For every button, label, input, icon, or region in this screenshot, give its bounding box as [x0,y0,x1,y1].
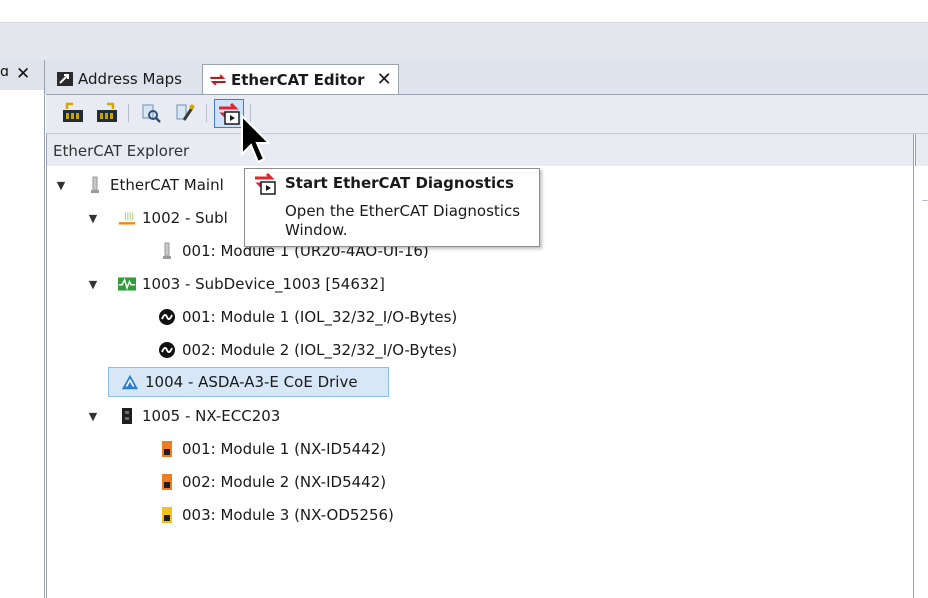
top-area [0,0,928,22]
tree-item-label: 002: Module 2 (NX-ID5442) [182,473,387,491]
scan-download-button[interactable] [94,100,120,126]
tooltip-title: Start EtherCAT Diagnostics [285,174,514,192]
tree-item-mainbus[interactable]: ▼ EtherCAT Mainl [54,172,224,198]
tree-item-1004-selected[interactable]: 1004 - ASDA-A3-E CoE Drive [108,367,389,397]
tree-item-1003[interactable]: ▼ 1003 - SubDevice_1003 [54632] [86,271,385,297]
scan-download-icon [97,102,117,122]
tree-item-label: 002: Module 2 (IOL_32/32_I/O-Bytes) [182,341,458,359]
tree-item-label: 003: Module 3 (NX-OD5256) [182,506,394,524]
search-device-button[interactable] [138,100,164,126]
tree-item-1005[interactable]: ▼ 1005 - NX-ECC203 [86,403,281,429]
tree-item-1005-module2[interactable]: 002: Module 2 (NX-ID5442) [158,469,386,495]
nx-orange-icon [158,473,176,491]
explorer-title: EtherCAT Explorer [53,142,190,160]
tree-item-label: 1005 - NX-ECC203 [142,407,281,425]
search-device-icon [142,104,161,123]
left-panel-close-icon[interactable]: ✕ [16,64,30,84]
tree-item-label: 001: Module 1 (NX-ID5442) [182,440,387,458]
scan-upload-icon [63,102,83,122]
mainbus-icon [86,176,104,194]
divider [922,200,928,201]
collapse-arrow-icon[interactable]: ▼ [86,212,100,225]
iolink-icon [158,308,176,326]
tooltip-description: Open the EtherCAT Diagnostics Window. [285,202,521,239]
mouse-cursor-icon [240,113,272,170]
iolink-icon [158,341,176,359]
io-module-icon [118,209,136,227]
tree-item-1002[interactable]: ▼ 1002 - Subl [86,205,228,231]
coupler-icon [118,407,136,425]
toolbar-separator [206,104,207,122]
collapse-arrow-icon[interactable]: ▼ [86,278,100,291]
tree-item-1005-module1[interactable]: 001: Module 1 (NX-ID5442) [158,436,386,462]
tree-item-1005-module3[interactable]: 003: Module 3 (NX-OD5256) [158,502,394,528]
drive-icon [121,373,139,391]
address-map-icon [56,70,74,88]
nx-yellow-icon [158,506,176,524]
right-panel [914,134,928,598]
collapse-arrow-icon[interactable]: ▼ [54,179,68,192]
close-tab-icon[interactable]: ✕ [377,69,392,90]
tree-item-label: 001: Module 1 (IOL_32/32_I/O-Bytes) [182,308,458,326]
tree-item-label: 1002 - Subl [142,209,228,227]
tab-label: Address Maps [78,70,182,88]
nx-orange-icon [158,440,176,458]
tab-ethercat-editor[interactable]: EtherCAT Editor ✕ [202,64,399,94]
tree-item-label: EtherCAT Mainl [110,176,224,194]
left-panel [0,60,45,598]
start-diagnostics-icon [219,102,240,125]
right-panel-header [915,134,928,166]
toolbar-separator [128,104,129,122]
tab-address-maps[interactable]: Address Maps [50,64,200,94]
ribbon-band [0,22,928,61]
tab-label: EtherCAT Editor [231,70,365,89]
config-tool-icon [176,104,195,121]
tree-item-1003-module1[interactable]: 001: Module 1 (IOL_32/32_I/O-Bytes) [158,304,457,330]
pin-icon[interactable]: ɑ [0,64,9,80]
collapse-arrow-icon[interactable]: ▼ [86,410,100,423]
slice-icon [158,242,176,260]
tree-item-1003-module2[interactable]: 002: Module 2 (IOL_32/32_I/O-Bytes) [158,337,457,363]
scan-upload-button[interactable] [60,100,86,126]
tree-item-label: 1004 - ASDA-A3-E CoE Drive [145,373,358,391]
ethercat-icon [209,71,227,89]
signal-green-icon [118,275,136,293]
tree-item-label: 1003 - SubDevice_1003 [54632] [142,275,385,293]
start-diagnostics-icon [253,172,277,199]
config-tool-button[interactable] [172,100,198,126]
